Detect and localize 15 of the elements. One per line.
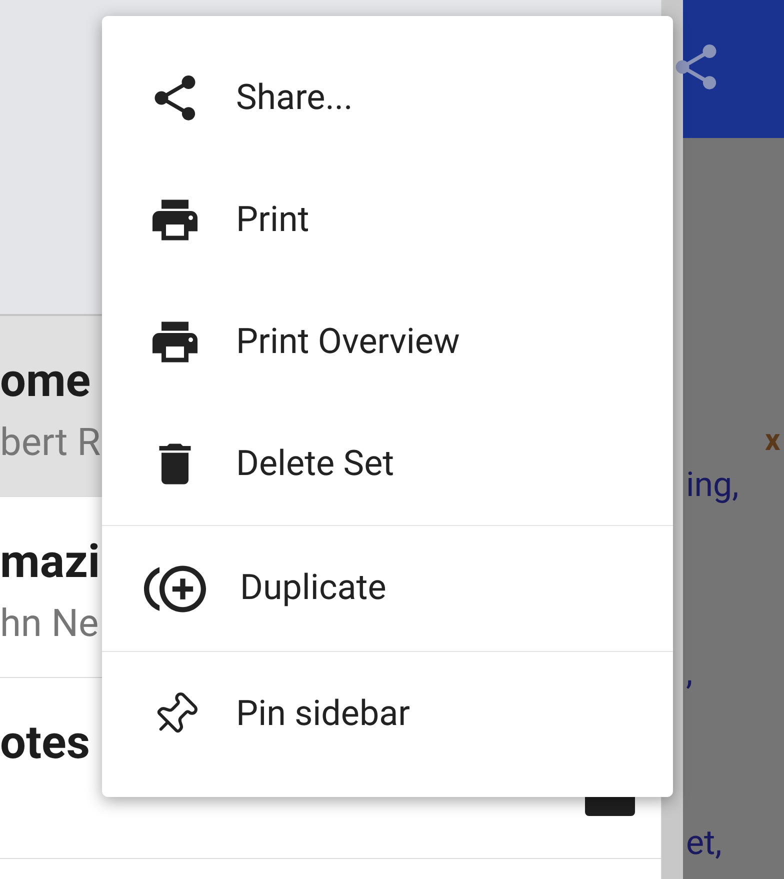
item-title: mazi xyxy=(0,539,100,585)
item-title: ome xyxy=(0,358,91,404)
text-line: ing, xyxy=(686,468,739,502)
text-line: , xyxy=(686,656,693,690)
menu-item[interactable]: Duplicate xyxy=(102,526,673,651)
menu-item[interactable]: Delete Set xyxy=(102,403,673,525)
menu-item[interactable]: Pin sidebar xyxy=(102,652,673,777)
item-subtitle: hn Ne xyxy=(0,605,99,643)
menu-item[interactable]: Print Overview xyxy=(102,281,673,403)
item-title: otes xyxy=(0,720,90,766)
text-line: et, xyxy=(686,826,722,860)
marker-text: x xyxy=(765,426,780,456)
menu-item[interactable]: Share... xyxy=(102,37,673,159)
item-subtitle: bert R xyxy=(0,424,101,462)
menu-item[interactable]: Print xyxy=(102,159,673,281)
